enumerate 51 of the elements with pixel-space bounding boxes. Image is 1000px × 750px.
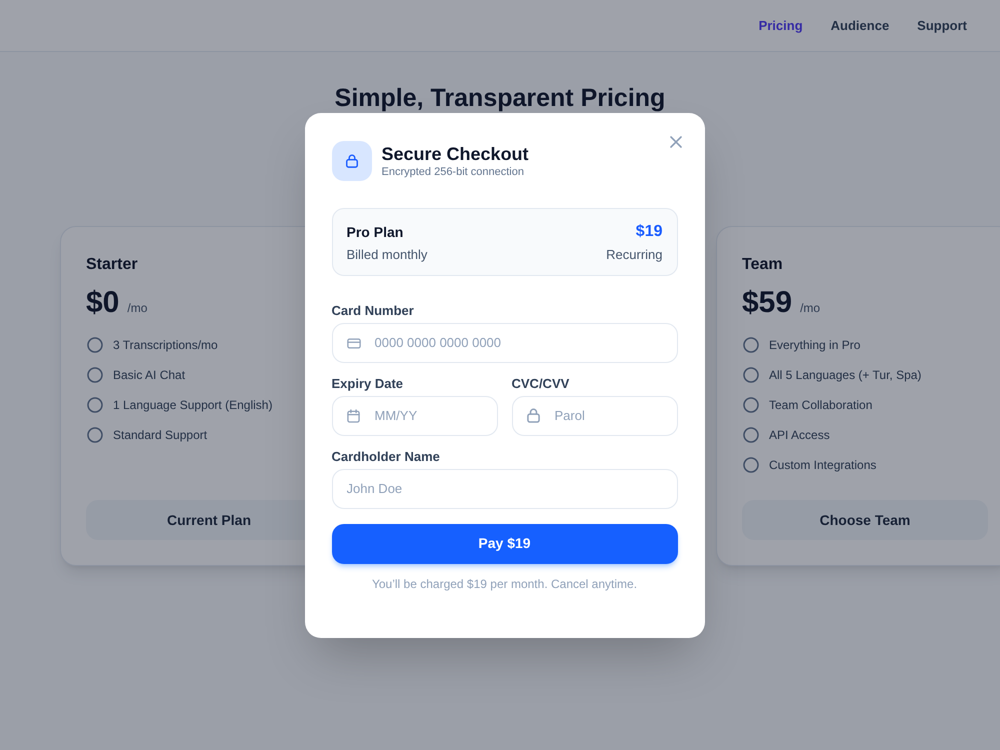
plan-price: $19 [636,222,662,242]
lock-icon [332,140,372,180]
circle-icon [87,427,103,443]
circle-icon [743,337,759,353]
feature-text: Team Collaboration [769,397,872,414]
nav-link[interactable]: Pricing [758,16,803,36]
field-label: Expiry Date [332,376,404,392]
billing-type: Recurring [606,246,662,264]
cvc-field[interactable]: Parol [512,396,678,436]
feature-text: All 5 Languages (+ Tur, Spa) [769,367,922,384]
plan-name: Starter [86,255,138,275]
plan-price: $59 [742,285,792,321]
feature-text: 3 Transcriptions/mo [113,337,218,354]
plan-name: Pro Plan [346,222,404,242]
price-period: /mo [127,300,148,317]
close-button[interactable] [668,134,684,150]
charge-note: You’ll be charged $19 per month. Cancel anytime. [372,576,638,592]
circle-icon [87,397,103,413]
circle-icon [743,397,759,413]
billing-text: Billed monthly [346,246,428,264]
lock-icon [526,408,540,422]
circle-icon [743,367,759,383]
plan-button[interactable]: Choose Team [742,500,988,540]
field-label: Cardholder Name [332,448,440,464]
cardholder-field[interactable]: John Doe [332,468,678,508]
dialog-subtitle: Encrypted 256-bit connection [382,164,524,178]
price-period: /mo [800,300,820,317]
feature-text: API Access [769,427,830,444]
plan-name: Team [742,255,783,275]
card-number-field[interactable]: 0000 0000 0000 0000 [332,322,678,362]
circle-icon [87,367,103,383]
dialog-title: Secure Checkout [382,142,529,164]
circle-icon [743,427,759,443]
feature-text: 1 Language Support (English) [113,397,272,414]
close-icon [670,136,682,148]
pay-button[interactable]: Pay $19 [332,524,678,564]
expiry-field[interactable]: MM/YY [332,396,498,436]
nav-link[interactable]: Support [917,16,967,36]
plan-price: $0 [86,285,120,321]
page-heading: Simple, Transparent Pricing [334,83,666,113]
field-label: CVC/CVV [512,376,570,392]
feature-text: Everything in Pro [769,337,860,354]
feature-text: Custom Integrations [769,457,876,474]
feature-text: Standard Support [113,427,208,444]
circle-icon [743,457,759,473]
card-icon [346,338,360,348]
calendar-icon [346,408,360,422]
feature-text: Basic AI Chat [113,367,186,384]
circle-icon [87,337,103,353]
field-label: Card Number [332,302,414,318]
nav-link[interactable]: Audience [830,16,890,36]
